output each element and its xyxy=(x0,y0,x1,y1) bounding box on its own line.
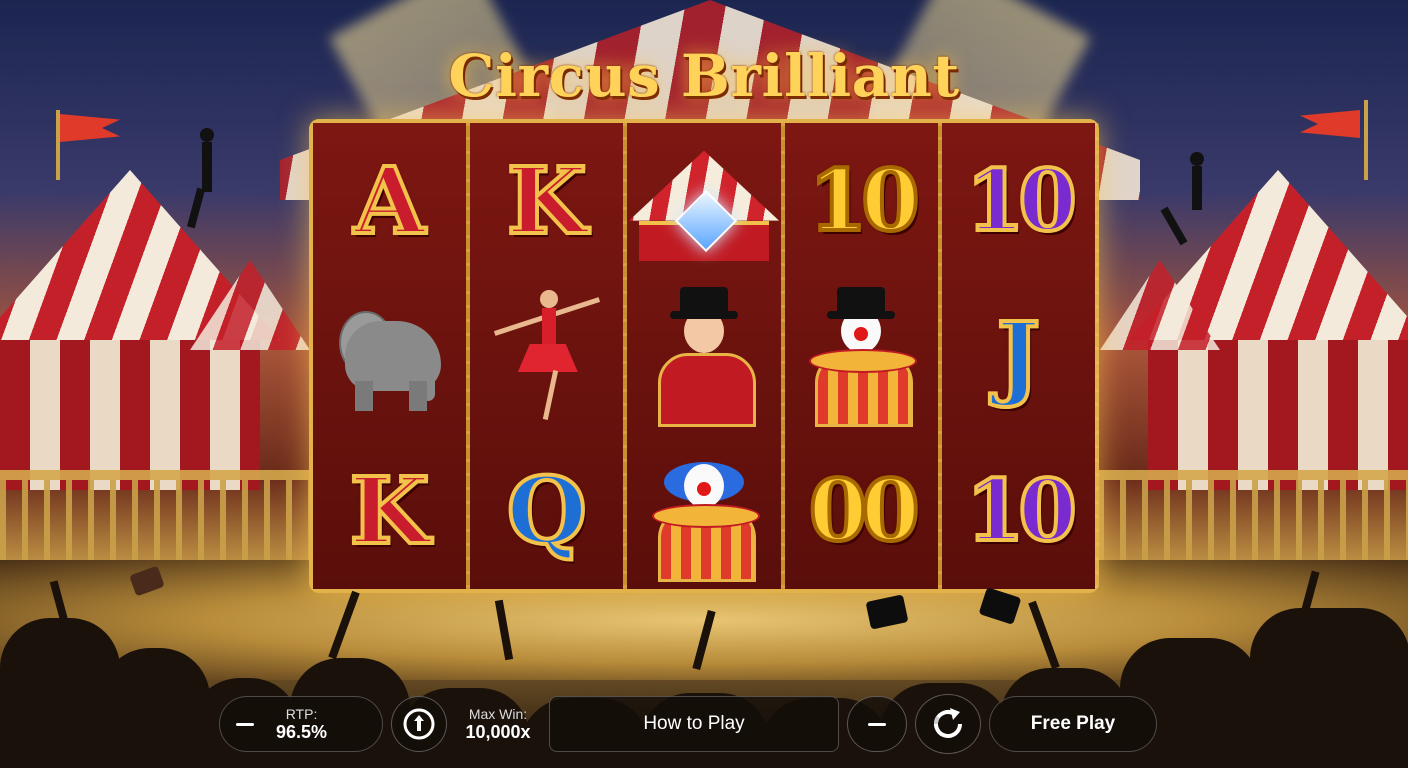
info-icon xyxy=(403,708,435,740)
free-play-button[interactable]: Free Play xyxy=(989,696,1157,752)
reel-3 xyxy=(627,123,785,589)
symbol-cell: K xyxy=(470,123,623,278)
reel-2: K Q xyxy=(470,123,628,589)
trapeze-artist xyxy=(186,128,226,229)
tophat-icon xyxy=(865,594,909,630)
max-win-label: Max Win: xyxy=(468,705,528,722)
info-button[interactable] xyxy=(391,696,447,752)
rtp-panel: RTP: 96.5% xyxy=(219,696,383,752)
minus-icon xyxy=(868,722,886,726)
arena-fence xyxy=(0,470,310,560)
symbol-q: Q xyxy=(505,457,589,566)
symbol-10: 10 xyxy=(964,461,1079,561)
symbol-cell: 10 xyxy=(942,123,1095,278)
acrobat-dancer-symbol xyxy=(482,286,612,426)
symbol-k: K xyxy=(505,146,589,255)
max-win-panel: Max Win: 10,000x xyxy=(455,706,541,743)
trapeze-artist xyxy=(1160,152,1216,252)
symbol-k: K xyxy=(348,457,432,566)
tophat-icon xyxy=(978,587,1022,625)
symbol-10: 10 xyxy=(807,150,922,250)
rtp-value: 96.5% xyxy=(276,721,328,742)
game-title: Circus Brilliant xyxy=(448,42,960,110)
diamond-tent-symbol xyxy=(629,141,779,261)
left-tent-back xyxy=(190,260,310,460)
arena-fence xyxy=(1098,470,1408,560)
symbol-cell xyxy=(470,278,623,433)
right-tent-back xyxy=(1100,260,1220,460)
symbol-cell xyxy=(313,278,466,433)
symbol-cell: A xyxy=(313,123,466,278)
symbol-cell: J xyxy=(942,278,1095,433)
elephant-symbol xyxy=(325,301,455,411)
symbol-j: J xyxy=(995,301,1042,410)
clown-symbol xyxy=(791,286,931,427)
free-play-label: Free Play xyxy=(1030,713,1116,734)
reel-4: 10 00 xyxy=(784,123,943,589)
symbol-cell: 10 xyxy=(785,123,938,278)
symbol-a: A xyxy=(352,146,427,255)
reel-5: 10 J 10 xyxy=(941,123,1100,589)
minus-icon[interactable] xyxy=(236,722,254,726)
clown-symbol xyxy=(634,446,774,583)
symbol-00: 00 xyxy=(807,461,922,561)
rtp-label: RTP: xyxy=(285,705,318,722)
tophat-icon xyxy=(129,565,165,597)
control-bar: RTP: 96.5% Max Win: 10,000x How to Play … xyxy=(219,694,1157,754)
minus-button[interactable] xyxy=(847,696,907,752)
symbol-cell xyxy=(785,278,938,433)
how-to-play-button[interactable]: How to Play xyxy=(549,696,839,752)
reel-grid: A K K Q 10 00 10 J 10 xyxy=(309,119,1100,593)
ringmaster-symbol xyxy=(634,286,774,427)
how-to-play-label: How to Play xyxy=(643,713,745,734)
max-win-value: 10,000x xyxy=(465,721,531,742)
spin-button[interactable] xyxy=(915,694,981,754)
symbol-cell xyxy=(627,278,780,433)
flag-icon xyxy=(1300,110,1360,138)
reel-1: A K xyxy=(313,123,471,589)
flag-icon xyxy=(60,114,120,142)
symbol-10: 10 xyxy=(964,150,1079,250)
symbol-cell xyxy=(627,123,780,278)
refresh-icon xyxy=(934,708,962,738)
